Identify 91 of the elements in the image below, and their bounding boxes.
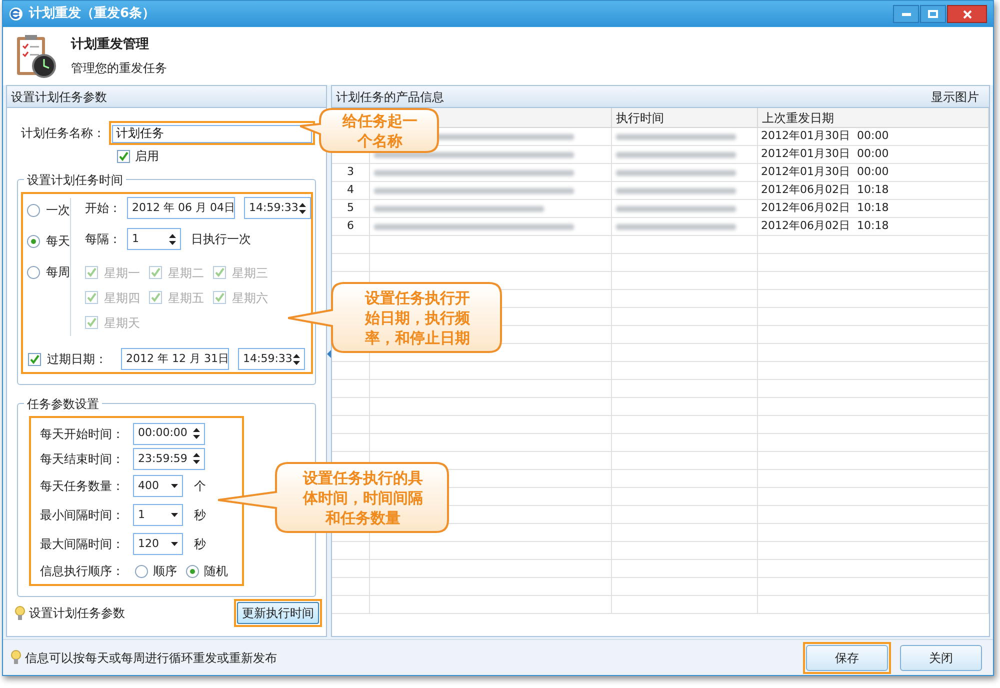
field-label: 最小间隔时间： bbox=[40, 507, 125, 524]
checkbox-label: 启用 bbox=[135, 148, 159, 165]
spin-arrows-icon bbox=[293, 354, 300, 364]
field-label: 每天任务数量： bbox=[40, 478, 125, 495]
checkbox-label: 星期三 bbox=[232, 264, 268, 282]
row-number: 3 bbox=[347, 164, 354, 180]
table-cell-text: 2012年01月30日 00:00 bbox=[761, 164, 889, 180]
field-label: 每天结束时间： bbox=[40, 450, 125, 468]
column-header: 执行时间 bbox=[612, 108, 758, 127]
unit-label: 秒 bbox=[194, 536, 206, 554]
save-button[interactable]: 保存 bbox=[806, 644, 888, 670]
radio-button[interactable] bbox=[27, 204, 40, 216]
dropdown[interactable]: 120 bbox=[133, 533, 183, 556]
panel-header: 设置计划任务参数 bbox=[7, 86, 326, 108]
minimize-button[interactable] bbox=[893, 5, 919, 23]
show-images-link[interactable]: 显示图片 bbox=[931, 88, 979, 106]
panel-header: 计划任务的产品信息 bbox=[336, 88, 444, 106]
table-cell-text: 2012年01月30日 00:00 bbox=[761, 128, 889, 144]
dropdown[interactable]: 400 bbox=[133, 474, 183, 497]
app-logo-icon bbox=[9, 7, 23, 21]
callout: 设置任务执行开始日期，执行频率，和停止日期 bbox=[288, 282, 503, 354]
dropdown-caret-icon bbox=[171, 484, 178, 488]
row-number: 5 bbox=[347, 200, 354, 216]
radio-button[interactable] bbox=[135, 564, 148, 578]
maximize-icon bbox=[928, 10, 938, 18]
spin-arrows-icon bbox=[193, 453, 200, 464]
status-text: 信息可以按每天或每周进行循环重发或重新发布 bbox=[25, 650, 277, 666]
splitter-arrow-icon bbox=[327, 350, 332, 358]
dropdown[interactable]: 1 bbox=[133, 504, 183, 526]
checkbox-label: 星期二 bbox=[168, 264, 204, 282]
radio-label: 每天 bbox=[46, 233, 70, 250]
table-cell-text: 2012年06月02日 10:18 bbox=[761, 200, 889, 216]
close-dialog-button[interactable]: 关闭 bbox=[900, 644, 982, 670]
unit-label: 秒 bbox=[194, 507, 206, 524]
close-button[interactable] bbox=[947, 5, 987, 23]
field-label: 计划任务名称： bbox=[21, 125, 106, 142]
time-spinner[interactable]: 00:00:00 bbox=[133, 422, 205, 445]
radio-label: 一次 bbox=[46, 202, 70, 219]
close-icon bbox=[962, 10, 972, 18]
field-label: 最大间隔时间： bbox=[40, 536, 125, 554]
maximize-button[interactable] bbox=[920, 5, 946, 23]
radio-button[interactable] bbox=[27, 266, 40, 278]
column-header: 上次重发日期 bbox=[758, 108, 989, 127]
radio-label: 随机 bbox=[204, 563, 228, 580]
update-button[interactable]: 更新执行时间 bbox=[237, 602, 320, 624]
time-spinner[interactable]: 14:59:33 bbox=[244, 197, 311, 219]
radio-label: 每周 bbox=[46, 264, 70, 281]
window-title: 计划重发（重发6条） bbox=[29, 4, 156, 24]
table-cell-text: 2012年06月02日 10:18 bbox=[761, 182, 889, 198]
unit-label: 个 bbox=[194, 478, 206, 495]
checkbox[interactable] bbox=[28, 352, 41, 366]
checkbox-label: 过期日期： bbox=[47, 351, 108, 368]
checkbox-label: 星期五 bbox=[168, 290, 204, 306]
spin-arrows-icon bbox=[169, 234, 176, 244]
lightbulb-icon bbox=[11, 650, 21, 665]
radio-button[interactable] bbox=[27, 234, 40, 248]
dropdown-caret-icon bbox=[171, 513, 178, 518]
spin-arrows-icon bbox=[299, 202, 306, 214]
header-title: 计划重发管理 bbox=[71, 36, 150, 54]
group-title: 任务参数设置 bbox=[24, 395, 102, 413]
checkbox-label: 星期四 bbox=[104, 290, 140, 306]
header-subtitle: 管理您的重发任务 bbox=[71, 60, 167, 77]
field-suffix: 日执行一次 bbox=[191, 231, 251, 248]
dropdown-caret-icon bbox=[171, 542, 178, 546]
row-number: 4 bbox=[347, 182, 354, 198]
date-picker[interactable]: 2012 年 12 月 31日 bbox=[121, 348, 229, 370]
checkbox[interactable] bbox=[117, 150, 130, 162]
name-input-field[interactable]: 计划任务 bbox=[112, 124, 312, 142]
callout: 设置任务执行的具体时间，时间间隔和任务数量 bbox=[218, 462, 450, 534]
field-label: 开始： bbox=[85, 200, 122, 217]
checkbox-label: 星期六 bbox=[232, 290, 268, 306]
table-cell-text: 2012年01月30日 00:00 bbox=[761, 146, 889, 162]
radio-button[interactable] bbox=[186, 564, 199, 578]
time-spinner[interactable]: 23:59:59 bbox=[133, 448, 205, 470]
minimize-icon bbox=[902, 12, 910, 16]
interval-spinner[interactable]: 1 bbox=[127, 228, 181, 250]
clipboard-clock-icon bbox=[15, 33, 57, 79]
checkbox-label: 星期天 bbox=[104, 314, 140, 332]
date-picker[interactable]: 2012 年 06 月 04日 bbox=[127, 197, 235, 219]
time-spinner[interactable]: 14:59:33 bbox=[238, 348, 305, 370]
spin-arrows-icon bbox=[193, 428, 200, 440]
field-label: 每隔： bbox=[85, 231, 122, 248]
checkbox-label: 星期一 bbox=[104, 264, 140, 282]
field-label: 信息执行顺序： bbox=[40, 563, 125, 580]
row-number: 6 bbox=[347, 218, 354, 234]
lightbulb-icon bbox=[15, 606, 25, 620]
group-title: 设置计划任务时间 bbox=[24, 171, 126, 189]
tip-text: 设置计划任务参数 bbox=[29, 605, 125, 622]
radio-label: 顺序 bbox=[153, 563, 177, 580]
table-cell-text: 2012年06月02日 10:18 bbox=[761, 218, 889, 234]
field-label: 每天开始时间： bbox=[40, 426, 125, 443]
